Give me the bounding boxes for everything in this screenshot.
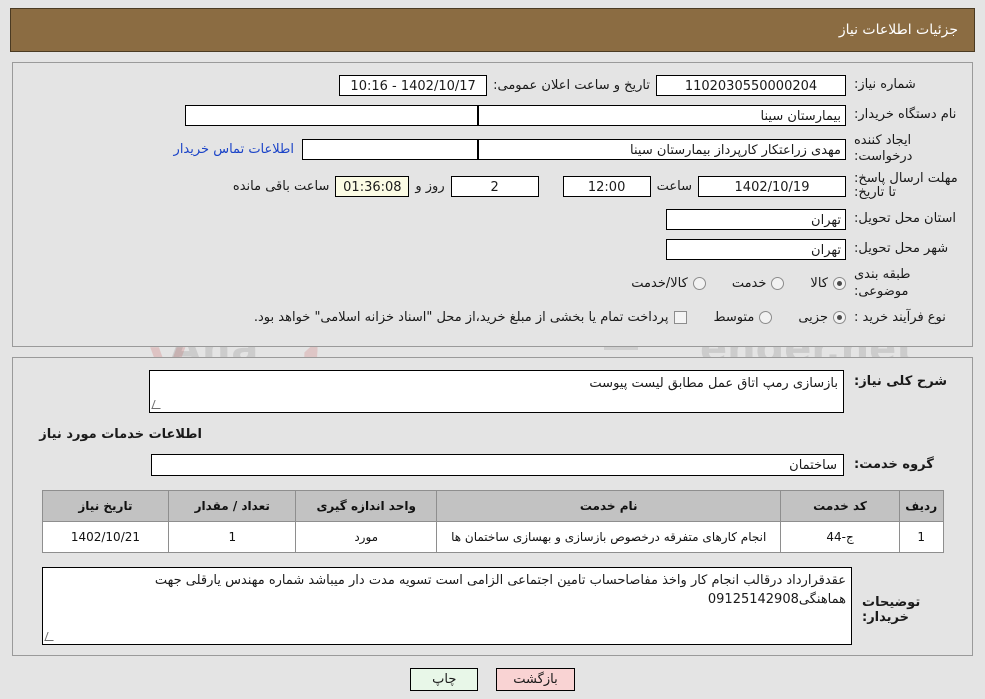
row-buyer-notes: توضیحات خریدار: عقدقرارداد درقالب انجام …: [23, 566, 962, 645]
remaining-text: ساعت باقی مانده: [232, 178, 330, 194]
items-table-wrap: ردیف کد خدمت نام خدمت واحد اندازه گیری ت…: [23, 486, 962, 561]
footer-actions: بازگشت چاپ: [0, 667, 985, 691]
deadline-date-value[interactable]: 1402/10/19: [698, 175, 846, 197]
process-option-motevaset-label: متوسط: [713, 310, 755, 326]
countdown-timer-value: 01:36:08: [335, 175, 410, 197]
creator-label: ایجاد کننده درخواست:: [854, 133, 913, 165]
services-section-title: اطلاعات خدمات مورد نیاز: [39, 426, 202, 442]
announce-datetime-label: تاریخ و ساعت اعلان عمومی:: [493, 77, 650, 93]
row-need-number: شماره نیاز: 1102030550000204 تاریخ و ساع…: [21, 73, 964, 97]
city-value[interactable]: تهران: [666, 238, 846, 260]
province-label: استان محل تحویل:: [854, 211, 956, 227]
row-city: شهر محل تحویل: تهران: [21, 237, 964, 261]
row-buyer-org: نام دستگاه خریدار: بیمارستان سینا: [21, 103, 964, 127]
row-service-group: گروه خدمت: ساختمان: [23, 453, 962, 476]
process-label: نوع فرآیند خرید :: [854, 309, 946, 325]
process-option-motevaset[interactable]: متوسط: [713, 310, 773, 326]
row-description: شرح کلی نیاز: بازسازی رمپ اتاق عمل مطابق…: [23, 369, 962, 413]
col-header-code: کد خدمت: [780, 489, 900, 522]
category-option-kala-khedmat[interactable]: کالا/خدمت: [631, 276, 706, 291]
category-option-kala-khedmat-label: کالا/خدمت: [631, 276, 688, 292]
buyer-notes-label: توضیحات خریدار:: [862, 594, 921, 625]
row-province: استان محل تحویل: تهران: [21, 207, 964, 231]
city-label: شهر محل تحویل:: [854, 241, 949, 257]
col-header-unit: واحد اندازه گیری: [295, 489, 438, 522]
category-option-kala[interactable]: کالا: [810, 276, 846, 291]
announce-datetime-value[interactable]: 1402/10/17 - 10:16: [339, 74, 488, 96]
cell-date: 1402/10/21: [41, 520, 170, 553]
remaining-days-value[interactable]: 2: [450, 175, 539, 197]
col-header-index: ردیف: [898, 489, 944, 522]
treasury-note-line[interactable]: پرداخت تمام یا بخشی از مبلغ خرید،از محل …: [254, 310, 688, 325]
row-creator: ایجاد کننده درخواست: مهدی زراعتکار کارپر…: [21, 133, 964, 166]
category-option-khedmat[interactable]: خدمت: [732, 276, 785, 291]
creator-extra-field[interactable]: [302, 138, 478, 160]
cell-code: ج-44: [780, 520, 900, 553]
row-process-type: نوع فرآیند خرید : جزیی متوسط پرداخت تمام…: [21, 306, 964, 330]
radio-kala-khedmat-icon[interactable]: [692, 277, 706, 291]
table-header-row: ردیف کد خدمت نام خدمت واحد اندازه گیری ت…: [41, 489, 944, 522]
service-group-value[interactable]: ساختمان: [151, 453, 844, 476]
description-textarea[interactable]: بازسازی رمپ اتاق عمل مطابق لیست پیوست: [149, 369, 844, 413]
buyer-org-label: نام دستگاه خریدار:: [854, 106, 957, 122]
print-button[interactable]: چاپ: [410, 667, 479, 691]
process-radio-group: جزیی متوسط: [713, 310, 846, 325]
process-option-jozii[interactable]: جزیی: [798, 310, 846, 325]
radio-khedmat-icon[interactable]: [771, 277, 785, 291]
radio-motevaset-icon[interactable]: [759, 311, 773, 325]
category-option-kala-label: کالا: [810, 276, 828, 292]
cell-unit: مورد: [295, 520, 438, 553]
radio-kala-icon[interactable]: [833, 277, 846, 291]
row-category: طبقه بندی موضوعی: کالا خدمت کالا/خدمت: [21, 267, 964, 300]
need-details-panel: شرح کلی نیاز: بازسازی رمپ اتاق عمل مطابق…: [12, 356, 973, 656]
page-root: جزئیات اطلاعات نیاز شماره نیاز: 11020305…: [0, 8, 985, 691]
page-title: جزئیات اطلاعات نیاز: [838, 22, 958, 38]
category-radio-group: کالا خدمت کالا/خدمت: [631, 276, 846, 291]
province-value[interactable]: تهران: [666, 208, 846, 230]
page-title-bar: جزئیات اطلاعات نیاز: [10, 8, 975, 52]
need-number-label: شماره نیاز:: [854, 76, 916, 92]
buyer-notes-textarea[interactable]: عقدقرارداد درقالب انجام کار واخذ مفاصاحس…: [42, 566, 852, 645]
hour-label: ساعت: [656, 178, 692, 194]
buyer-contact-link[interactable]: اطلاعات تماس خریدار: [166, 142, 302, 157]
items-table: ردیف کد خدمت نام خدمت واحد اندازه گیری ت…: [41, 489, 944, 553]
treasury-checkbox[interactable]: [674, 311, 688, 325]
creator-value[interactable]: مهدی زراعتکار کارپرداز بیمارستان سینا: [478, 138, 846, 160]
col-header-date: تاریخ نیاز: [41, 489, 170, 522]
service-group-label: گروه خدمت:: [854, 457, 934, 473]
col-header-name: نام خدمت: [436, 489, 782, 522]
treasury-note-text: پرداخت تمام یا بخشی از مبلغ خرید،از محل …: [253, 310, 669, 326]
row-deadline: مهلت ارسال پاسخ: تا تاریخ: 1402/10/19 سا…: [21, 170, 964, 202]
deadline-time-value[interactable]: 12:00: [562, 175, 651, 197]
process-option-jozii-label: جزیی: [798, 310, 828, 326]
table-row: 1 ج-44 انجام کارهای متفرقه درخصوص بازساز…: [41, 520, 944, 553]
cell-qty: 1: [168, 520, 297, 553]
cell-index: 1: [898, 520, 944, 553]
need-number-value[interactable]: 1102030550000204: [656, 74, 846, 96]
buyer-org-value[interactable]: بیمارستان سینا: [478, 104, 846, 126]
radio-jozii-icon[interactable]: [833, 311, 846, 325]
col-header-qty: تعداد / مقدار: [168, 489, 297, 522]
category-label: طبقه بندی موضوعی:: [854, 267, 911, 299]
need-summary-panel: شماره نیاز: 1102030550000204 تاریخ و ساع…: [12, 62, 973, 347]
category-option-khedmat-label: خدمت: [731, 276, 767, 292]
cell-name: انجام کارهای متفرقه درخصوص بازسازی و بهس…: [436, 520, 782, 553]
description-label: شرح کلی نیاز:: [854, 373, 948, 389]
back-button[interactable]: بازگشت: [496, 667, 575, 691]
days-text: روز و: [415, 178, 445, 194]
buyer-org-extra-field[interactable]: [185, 104, 478, 126]
deadline-label: مهلت ارسال پاسخ: تا تاریخ:: [854, 170, 958, 201]
